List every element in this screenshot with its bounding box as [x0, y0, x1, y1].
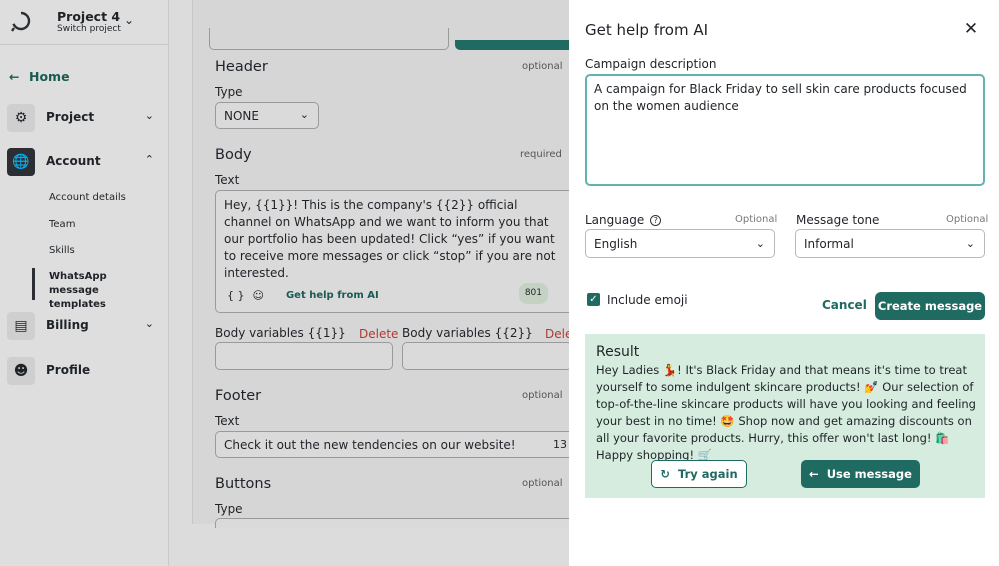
body-text-label: Text	[215, 173, 240, 187]
body-text-input[interactable]: Hey, {{1}}! This is the company's {{2}} …	[215, 190, 575, 313]
use-message-label: Use message	[826, 467, 912, 481]
language-select[interactable]: English ⌄	[585, 229, 775, 258]
gear-icon: ⚙	[7, 104, 35, 132]
sidebar: Project 4 Switch project ⌄ ← Home ⚙ Proje…	[0, 0, 169, 566]
body-text-value: Hey, {{1}}! This is the company's {{2}} …	[224, 198, 556, 280]
header-optional-tag: optional	[522, 61, 563, 72]
emoji-icon[interactable]: ☺	[253, 287, 264, 304]
top-action-button[interactable]	[455, 40, 575, 50]
editor-card: Header optional Type NONE ⌄ Body require…	[192, 0, 575, 528]
sidebar-subitem-team[interactable]: Team	[49, 219, 75, 230]
tone-value: Informal	[804, 237, 854, 251]
user-icon: ☻	[7, 357, 35, 385]
language-label-text: Language	[585, 213, 645, 227]
variables-icon[interactable]: { }	[227, 287, 245, 304]
include-emoji-checkbox[interactable]: ✓	[587, 293, 600, 306]
include-emoji-label: Include emoji	[607, 293, 688, 307]
sidebar-item-label: Profile	[46, 363, 91, 377]
result-panel: Result Hey Ladies 💃! It's Black Friday a…	[585, 334, 985, 498]
buttons-optional-tag: optional	[522, 478, 563, 489]
buttons-type-label: Type	[215, 502, 243, 516]
chevron-down-icon: ⌄	[965, 237, 975, 250]
campaign-description-label: Campaign description	[585, 57, 717, 71]
body-var2-label: Body variables {{2}}	[402, 326, 533, 340]
footer-char-count: 13	[553, 438, 567, 451]
arrow-left-icon: ←	[9, 69, 20, 84]
chevron-down-icon: ⌄	[144, 109, 154, 122]
project-name: Project 4	[57, 9, 121, 24]
footer-optional-tag: optional	[522, 390, 563, 401]
close-icon[interactable]: ✕	[961, 19, 981, 39]
result-title: Result	[596, 344, 640, 360]
chevron-down-icon: ⌄	[755, 237, 765, 250]
try-again-label: Try again	[678, 467, 738, 481]
name-input[interactable]	[209, 28, 449, 50]
delete-var1-button[interactable]: Delete	[359, 327, 398, 341]
tone-optional-tag: Optional	[946, 214, 989, 225]
chevron-down-icon: ⌄	[124, 13, 135, 27]
footer-text-value: Check it out the new tendencies on our w…	[224, 438, 516, 452]
home-link[interactable]: ← Home	[9, 69, 70, 84]
app-logo-icon	[11, 11, 31, 32]
arrow-left-icon: ←	[809, 467, 819, 481]
footer-section-title: Footer	[215, 388, 262, 404]
info-icon[interactable]: ?	[650, 215, 662, 226]
message-tone-select[interactable]: Informal ⌄	[795, 229, 985, 258]
body-var2-input[interactable]	[402, 342, 572, 370]
campaign-description-input[interactable]: A campaign for Black Friday to sell skin…	[585, 74, 985, 186]
create-message-button[interactable]: Create message	[875, 292, 985, 320]
language-label: Language?	[585, 213, 662, 227]
chevron-up-icon: ⌃	[144, 153, 154, 166]
body-var1-input[interactable]	[215, 342, 393, 370]
drawer-title: Get help from AI	[585, 21, 709, 39]
switch-project-label: Switch project	[57, 24, 121, 34]
sidebar-subitem-skills[interactable]: Skills	[49, 245, 75, 256]
refresh-icon: ↻	[660, 467, 670, 481]
ai-help-drawer: Get help from AI ✕ Campaign description …	[569, 0, 999, 566]
sidebar-item-billing[interactable]: ▤ Billing ⌄	[7, 312, 162, 340]
header-type-value: NONE	[224, 109, 259, 123]
project-switcher[interactable]: Project 4 Switch project ⌄	[0, 0, 169, 45]
buttons-type-select[interactable]	[215, 518, 575, 528]
footer-text-label: Text	[215, 414, 240, 428]
header-section-title: Header	[215, 59, 268, 75]
chevron-down-icon: ⌄	[299, 108, 309, 121]
globe-icon: 🌐	[7, 148, 35, 176]
footer-text-input[interactable]: Check it out the new tendencies on our w…	[215, 431, 575, 458]
sidebar-item-label: Account	[46, 154, 101, 168]
header-type-label: Type	[215, 85, 243, 99]
chevron-down-icon: ⌄	[144, 317, 154, 330]
get-help-ai-link[interactable]: Get help from AI	[286, 287, 379, 304]
sidebar-item-label: Billing	[46, 318, 89, 332]
language-value: English	[594, 237, 638, 251]
sidebar-subitem-account-details[interactable]: Account details	[49, 192, 126, 203]
sidebar-item-profile[interactable]: ☻ Profile	[7, 357, 162, 385]
body-required-tag: required	[520, 149, 562, 160]
use-message-button[interactable]: ← Use message	[801, 460, 920, 488]
sidebar-item-account[interactable]: 🌐 Account ⌃	[7, 148, 162, 176]
body-var1-label: Body variables {{1}}	[215, 326, 346, 340]
body-char-count: 801	[518, 283, 548, 304]
home-label: Home	[29, 69, 70, 84]
message-tone-label: Message tone	[796, 213, 880, 227]
try-again-button[interactable]: ↻ Try again	[651, 460, 747, 488]
body-section-title: Body	[215, 147, 252, 163]
template-editor: Header optional Type NONE ⌄ Body require…	[169, 0, 575, 566]
receipt-icon: ▤	[7, 312, 35, 340]
body-toolbar: { } ☺ Get help from AI	[227, 287, 379, 304]
active-indicator	[32, 268, 35, 300]
header-type-select[interactable]: NONE ⌄	[215, 102, 319, 129]
buttons-section-title: Buttons	[215, 476, 272, 492]
language-optional-tag: Optional	[735, 214, 778, 225]
sidebar-subitem-whatsapp-templates[interactable]: WhatsApp message templates	[49, 270, 159, 312]
sidebar-item-project[interactable]: ⚙ Project ⌄	[7, 104, 162, 132]
cancel-button[interactable]: Cancel	[822, 298, 867, 312]
sidebar-item-label: Project	[46, 110, 95, 124]
result-text: Hey Ladies 💃! It's Black Friday and that…	[596, 363, 976, 462]
